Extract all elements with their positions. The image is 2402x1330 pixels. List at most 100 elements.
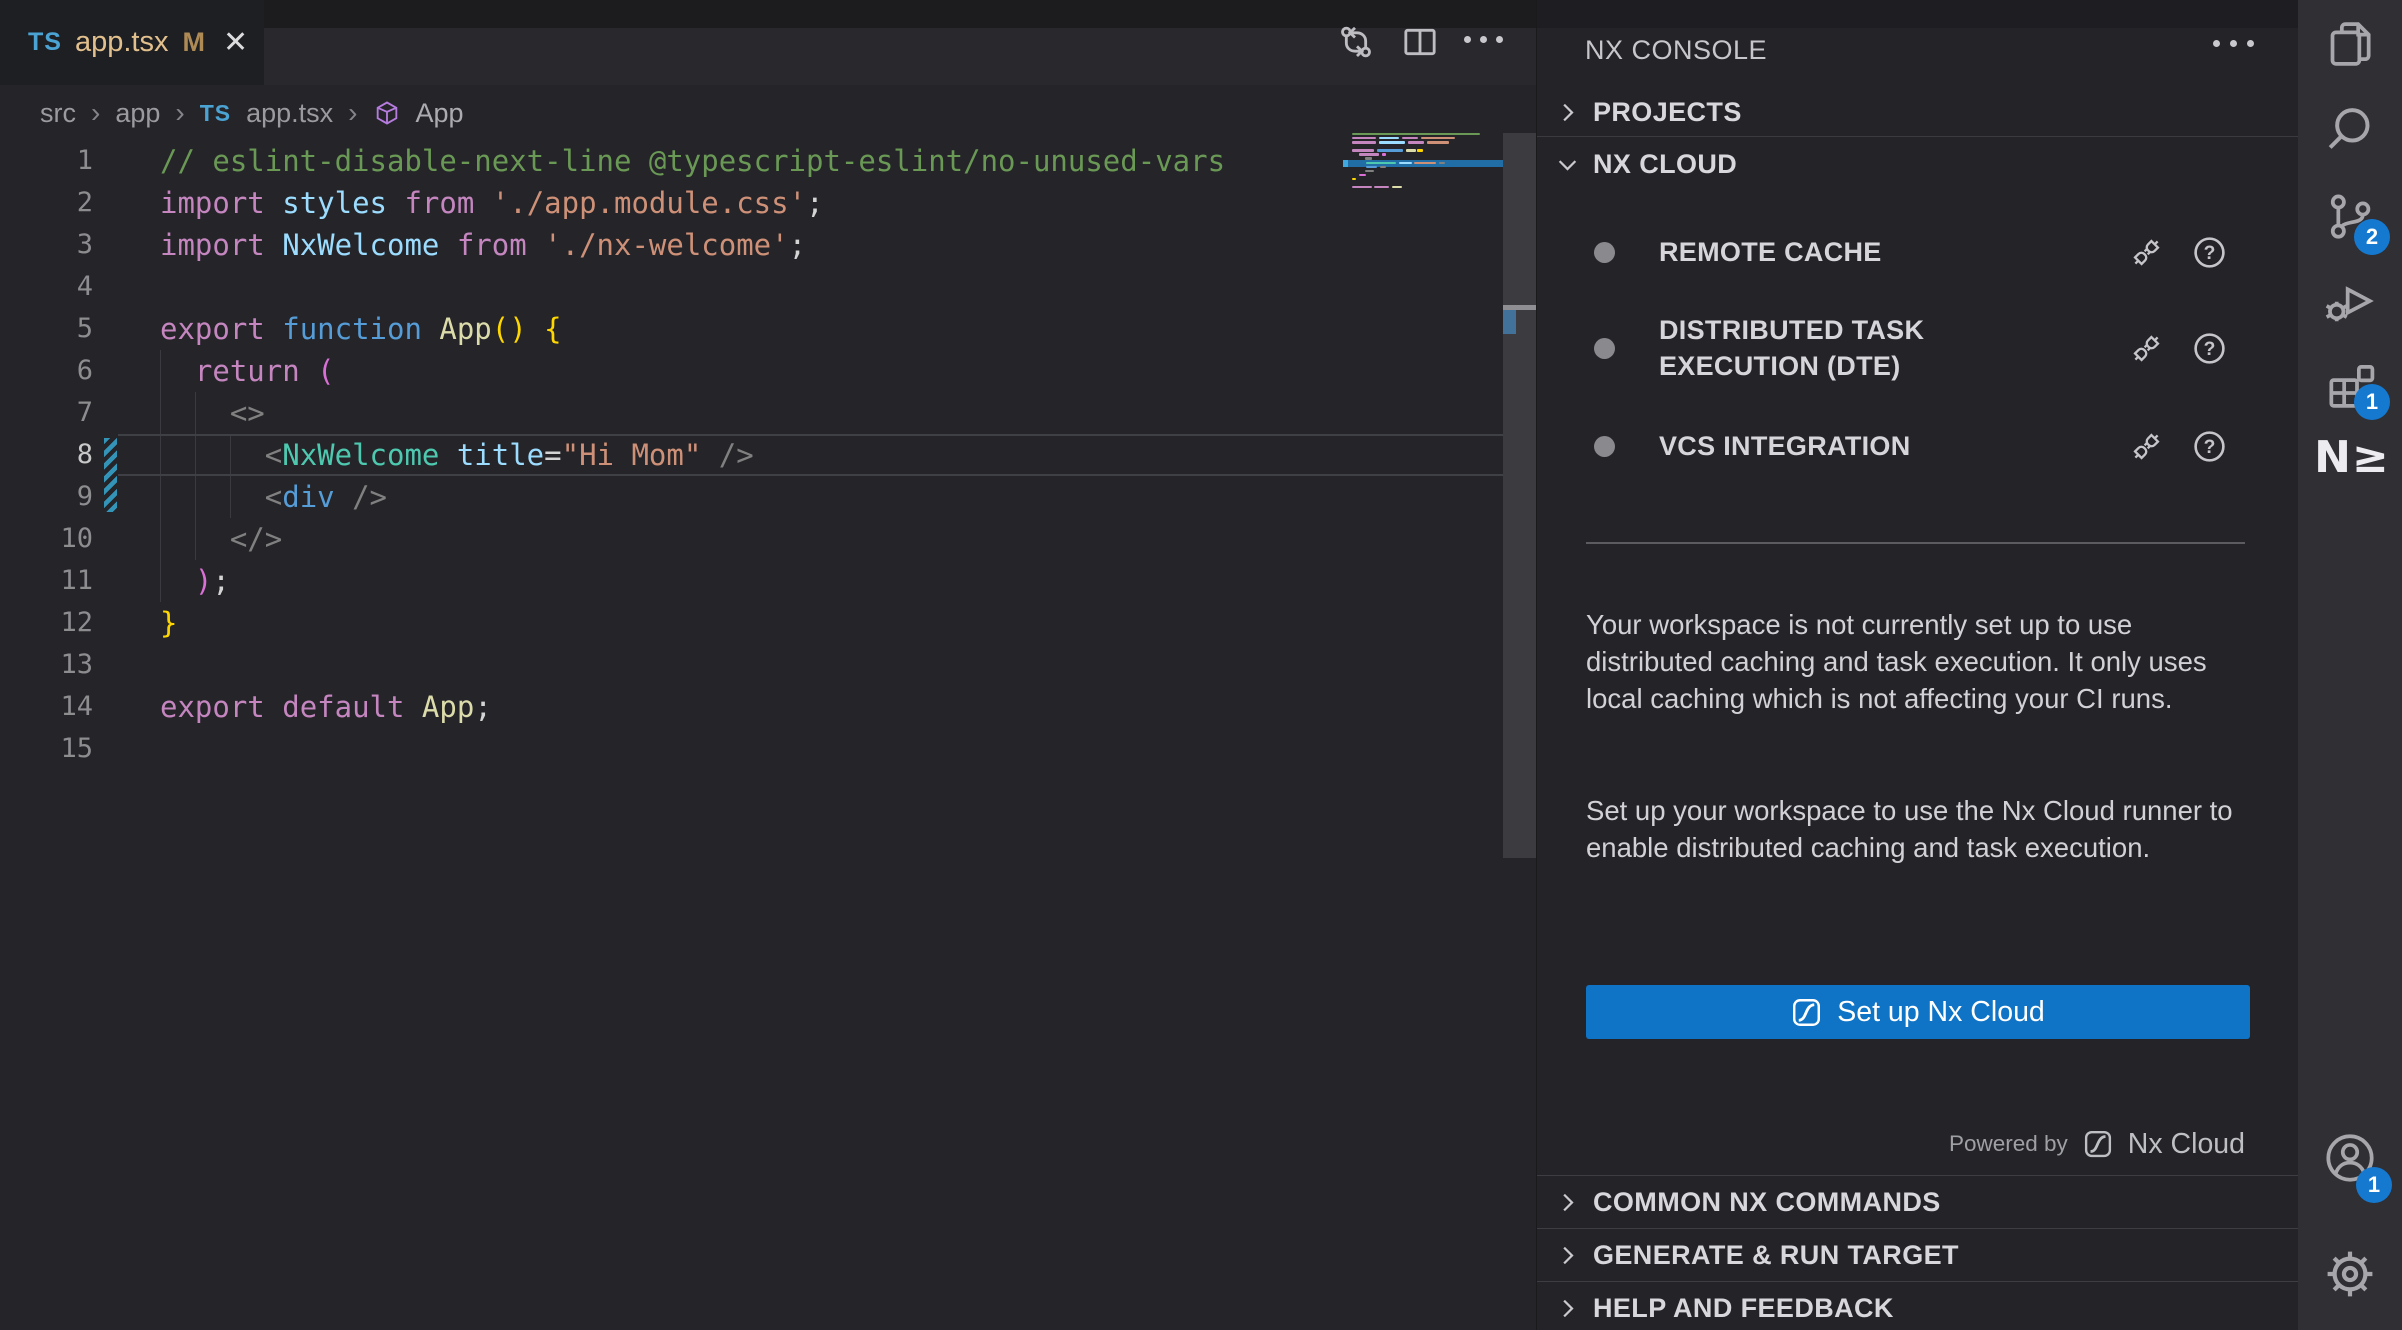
line-number: 6 — [0, 350, 93, 392]
section-help-and-feedback[interactable]: HELP AND FEEDBACK — [1537, 1281, 2298, 1330]
minimap-modified-marker — [1343, 160, 1348, 166]
line-number: 15 — [0, 728, 93, 770]
tab-app-tsx[interactable]: TS app.tsx M ✕ — [0, 0, 264, 85]
nx-console-panel: NX CONSOLE PROJECTS NX CLOUD REMOTE CACH… — [1536, 0, 2298, 1330]
section-nx-cloud[interactable]: NX CLOUD — [1537, 137, 2298, 191]
code-text: <NxWelcome title="Hi Mom" /> — [160, 434, 754, 476]
chevron-right-icon — [1554, 99, 1581, 126]
code-line[interactable]: 12} — [0, 602, 1536, 644]
section-label: PROJECTS — [1593, 97, 1742, 128]
setup-instruction-text: Set up your workspace to use the Nx Clou… — [1586, 792, 2250, 866]
divider — [1586, 542, 2245, 544]
editor-more-actions-icon[interactable] — [1464, 36, 1503, 43]
minimap-code-bar — [1352, 137, 1376, 139]
breadcrumb-src[interactable]: src — [40, 98, 76, 129]
minimap-code-bar — [1382, 153, 1386, 155]
code-line[interactable]: 3import NxWelcome from './nx-welcome'; — [0, 224, 1536, 266]
panel-more-actions-icon[interactable] — [2213, 40, 2254, 47]
feature-remote-cache: REMOTE CACHE ? — [1537, 208, 2298, 296]
close-tab-icon[interactable]: ✕ — [223, 25, 248, 60]
minimap-code-bar — [1352, 178, 1356, 180]
line-number: 14 — [0, 686, 93, 728]
breadcrumb: src › app › TS app.tsx › App — [0, 85, 1536, 141]
panel-title: NX CONSOLE — [1585, 28, 1767, 72]
code-line[interactable]: 5export function App() { — [0, 308, 1536, 350]
powered-by-label: Powered by — [1949, 1131, 2068, 1157]
tab-filename: app.tsx — [75, 26, 169, 59]
typescript-file-icon: TS — [28, 28, 62, 57]
settings-gear-icon[interactable] — [2322, 1246, 2378, 1302]
editor-scrollbar[interactable] — [1503, 133, 1536, 858]
workspace-status-text: Your workspace is not currently set up t… — [1586, 606, 2250, 717]
code-line[interactable]: 7 <> — [0, 392, 1536, 434]
help-question-icon[interactable]: ? — [2191, 428, 2228, 465]
line-number: 4 — [0, 266, 93, 308]
code-text: </> — [160, 518, 282, 560]
breadcrumb-file[interactable]: app.tsx — [246, 98, 333, 129]
minimap-code-bar — [1352, 133, 1480, 135]
section-label: NX CLOUD — [1593, 149, 1737, 180]
setup-button-label: Set up Nx Cloud — [1837, 996, 2045, 1029]
code-line[interactable]: 13 — [0, 644, 1536, 686]
code-text: ); — [160, 560, 230, 602]
search-icon[interactable] — [2322, 102, 2378, 158]
minimap-code-bar — [1380, 166, 1386, 168]
gutter-modified-indicator — [104, 438, 117, 512]
minimap-code-bar — [1414, 162, 1436, 164]
activity-bar: 2 1 N≥ 1 — [2298, 0, 2402, 1330]
code-line[interactable]: 14 export default App; — [0, 686, 1536, 728]
editor-toolbar — [1320, 0, 1536, 85]
code-text: export default App; — [160, 686, 492, 728]
svg-text:?: ? — [2204, 338, 2216, 359]
help-question-icon[interactable]: ? — [2191, 234, 2228, 271]
chevron-right-icon — [1554, 1242, 1581, 1269]
open-changes-icon[interactable] — [1336, 22, 1376, 62]
connect-plug-icon[interactable] — [2128, 234, 2165, 271]
section-generate-run-target[interactable]: GENERATE & RUN TARGET — [1537, 1228, 2298, 1281]
explorer-icon[interactable] — [2322, 16, 2378, 72]
line-number: 12 — [0, 602, 93, 644]
line-number: 10 — [0, 518, 93, 560]
help-question-icon[interactable]: ? — [2191, 330, 2228, 367]
bullet-icon — [1594, 242, 1615, 263]
minimap-code-bar — [1352, 149, 1374, 151]
line-number: 13 — [0, 644, 93, 686]
minimap-code-bar — [1421, 137, 1455, 139]
code-line[interactable]: 15 — [0, 728, 1536, 770]
minimap-code-bar — [1374, 186, 1389, 188]
section-common-nx-commands[interactable]: COMMON NX COMMANDS — [1537, 1175, 2298, 1228]
nx-console-icon[interactable]: N≥ — [2312, 432, 2392, 483]
setup-nx-cloud-button[interactable]: Set up Nx Cloud — [1586, 985, 2250, 1039]
breadcrumb-symbol[interactable]: App — [416, 98, 464, 129]
breadcrumb-app[interactable]: app — [115, 98, 160, 129]
minimap-code-bar — [1379, 137, 1399, 139]
code-line[interactable]: 11 ); — [0, 560, 1536, 602]
code-line[interactable]: 10 </> — [0, 518, 1536, 560]
line-number: 2 — [0, 182, 93, 224]
bullet-icon — [1594, 338, 1615, 359]
connect-plug-icon[interactable] — [2128, 330, 2165, 367]
minimap-code-bar — [1359, 153, 1379, 155]
connect-plug-icon[interactable] — [2128, 428, 2165, 465]
collapsed-sections: COMMON NX COMMANDS GENERATE & RUN TARGET… — [1537, 1175, 2298, 1330]
code-line[interactable]: 4 — [0, 266, 1536, 308]
code-line[interactable]: 8 <NxWelcome title="Hi Mom" /> — [0, 434, 1536, 476]
run-and-debug-icon[interactable] — [2322, 273, 2378, 329]
code-line[interactable]: 2import styles from './app.module.css'; — [0, 182, 1536, 224]
section-label: COMMON NX COMMANDS — [1593, 1187, 1941, 1218]
code-text: return ( — [160, 350, 335, 392]
line-number: 9 — [0, 476, 93, 518]
nx-cloud-logo-icon — [2083, 1129, 2113, 1159]
code-text: <div /> — [160, 476, 387, 518]
minimap[interactable] — [1352, 133, 1503, 205]
typescript-file-icon: TS — [200, 100, 231, 127]
split-editor-icon[interactable] — [1400, 22, 1440, 62]
code-line[interactable]: 6 return ( — [0, 350, 1536, 392]
line-number: 1 — [0, 140, 93, 182]
section-projects[interactable]: PROJECTS — [1537, 88, 2298, 136]
code-line[interactable]: 9 <div /> — [0, 476, 1536, 518]
modified-badge: M — [182, 27, 205, 58]
code-line[interactable]: 1// eslint-disable-next-line @typescript… — [0, 140, 1536, 182]
line-number: 7 — [0, 392, 93, 434]
code-editor[interactable]: 1// eslint-disable-next-line @typescript… — [0, 140, 1536, 770]
